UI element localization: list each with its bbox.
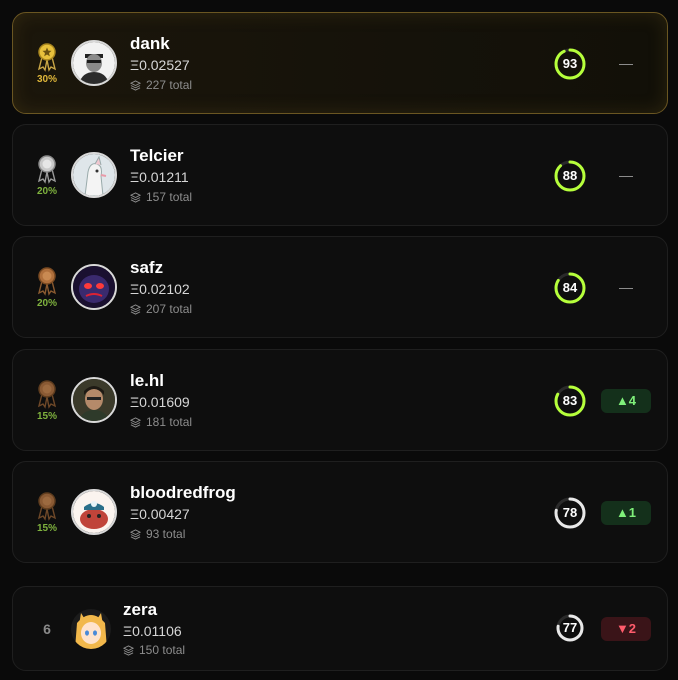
rank-change-badge: ▲4 xyxy=(601,389,651,413)
score-value: 83 xyxy=(562,393,578,408)
leaderboard-row[interactable]: 15% bloodredfrog Ξ0.00427 93 total 78 ▲1 xyxy=(12,461,668,563)
score-ring: 84 xyxy=(553,271,587,305)
payout-percent: 20% xyxy=(36,298,57,309)
total-count: 157 total xyxy=(130,190,192,204)
total-label: 93 total xyxy=(146,527,186,541)
total-label: 207 total xyxy=(146,302,193,316)
eth-amount: Ξ0.02527 xyxy=(130,57,190,73)
total-label: 150 total xyxy=(139,643,186,657)
payout-percent: 15% xyxy=(36,523,57,534)
rank-number: 6 xyxy=(43,621,51,637)
no-change-dash xyxy=(619,64,633,65)
avatar-bloodredfrog xyxy=(71,489,117,535)
leaderboard-row[interactable]: 20% safz Ξ0.02102 207 total 84 xyxy=(12,236,668,338)
score-ring: 88 xyxy=(553,159,587,193)
layers-icon xyxy=(130,303,141,315)
layers-icon xyxy=(130,191,141,203)
total-label: 227 total xyxy=(146,78,193,92)
no-change-dash xyxy=(619,288,633,289)
eth-amount: Ξ0.01106 xyxy=(123,623,182,639)
layers-icon xyxy=(130,416,141,428)
avatar-zera xyxy=(71,609,111,649)
leaderboard-row[interactable]: 15% le.hl Ξ0.01609 181 total 83 ▲4 xyxy=(12,349,668,451)
payout-percent: 30% xyxy=(36,74,57,85)
total-count: 207 total xyxy=(130,302,192,316)
layers-icon xyxy=(130,528,141,540)
no-change-dash xyxy=(619,176,633,177)
score-value: 88 xyxy=(562,168,578,183)
eth-amount: Ξ0.01609 xyxy=(130,394,190,410)
payout-percent: 20% xyxy=(36,186,57,197)
leaderboard-row[interactable]: 6 zera Ξ0.01106 150 total 77 ▼2 xyxy=(12,586,668,671)
layers-icon xyxy=(130,79,141,91)
eth-amount: Ξ0.02102 xyxy=(130,281,190,297)
bronze-medal-icon xyxy=(35,266,59,296)
avatar-dank xyxy=(71,40,117,86)
leaderboard-row[interactable]: 20% Telcier Ξ0.01211 157 total 88 xyxy=(12,124,668,226)
score-ring: 78 xyxy=(553,496,587,530)
player-name[interactable]: le.hl xyxy=(130,371,164,391)
score-value: 93 xyxy=(562,56,578,71)
avatar-lehl xyxy=(71,377,117,423)
score-ring: 83 xyxy=(553,384,587,418)
rank-change-badge: ▲1 xyxy=(601,501,651,525)
score-value: 77 xyxy=(562,620,578,635)
total-count: 181 total xyxy=(130,415,192,429)
player-name[interactable]: safz xyxy=(130,258,163,278)
bronze-medal-icon xyxy=(35,491,59,521)
score-value: 78 xyxy=(562,505,578,520)
player-name[interactable]: zera xyxy=(123,600,157,620)
silver-medal-icon xyxy=(35,154,59,184)
player-name[interactable]: dank xyxy=(130,34,170,54)
total-count: 227 total xyxy=(130,78,192,92)
rank-change-badge: ▼2 xyxy=(601,617,651,641)
total-label: 157 total xyxy=(146,190,193,204)
gold-medal-icon xyxy=(35,42,59,72)
total-label: 181 total xyxy=(146,415,193,429)
eth-amount: Ξ0.00427 xyxy=(130,506,190,522)
payout-percent: 15% xyxy=(36,411,57,422)
score-ring: 77 xyxy=(555,613,585,643)
leaderboard-row[interactable]: 30% dank Ξ0.02527 227 total 93 xyxy=(12,12,668,114)
avatar-safz xyxy=(71,264,117,310)
avatar-telcier xyxy=(71,152,117,198)
player-name[interactable]: Telcier xyxy=(130,146,184,166)
score-value: 84 xyxy=(562,280,578,295)
total-count: 150 total xyxy=(123,643,185,657)
bronze-medal-icon xyxy=(35,379,59,409)
layers-icon xyxy=(123,644,134,656)
score-ring: 93 xyxy=(553,47,587,81)
total-count: 93 total xyxy=(130,527,185,541)
player-name[interactable]: bloodredfrog xyxy=(130,483,236,503)
eth-amount: Ξ0.01211 xyxy=(130,169,189,185)
